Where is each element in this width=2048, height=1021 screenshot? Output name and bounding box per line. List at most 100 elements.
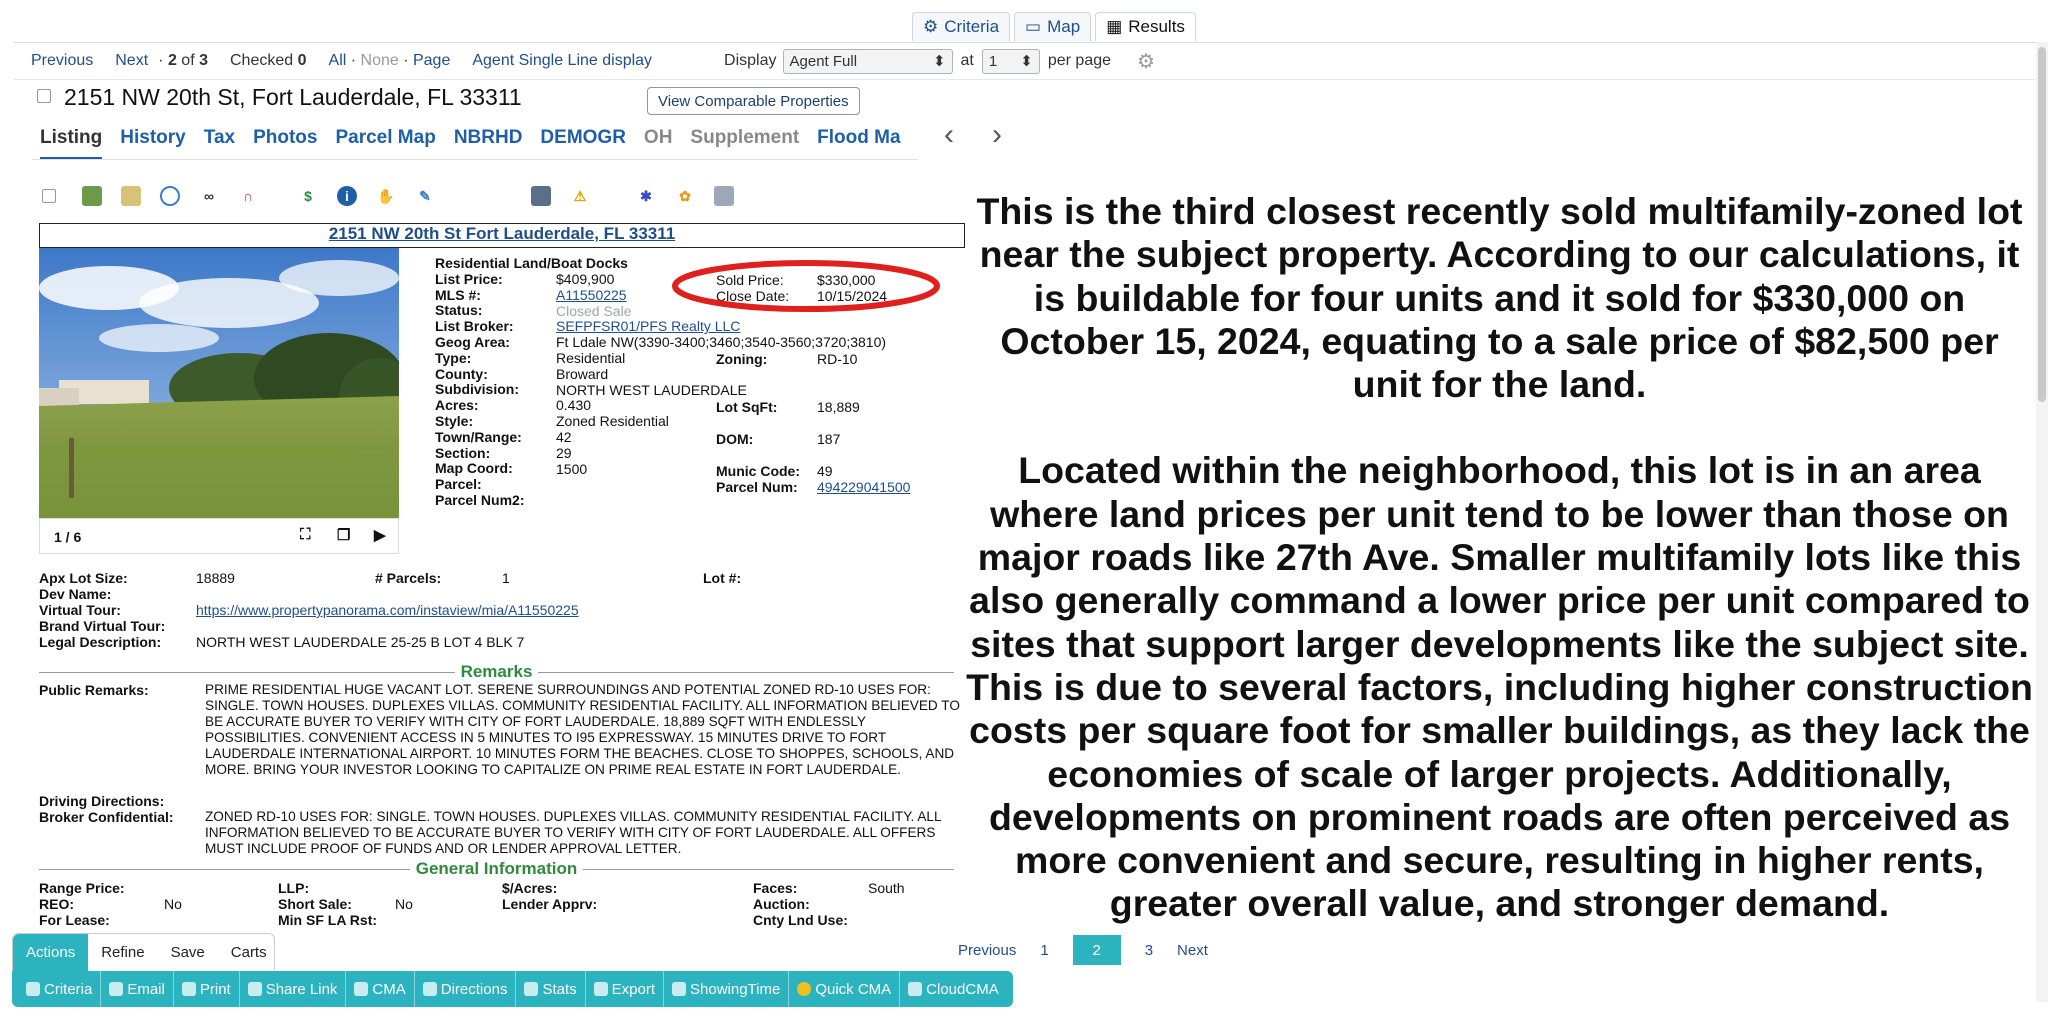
property-photo[interactable] [39,248,399,518]
action-email-button[interactable]: Email [101,971,174,1007]
info-icon[interactable]: i [337,186,357,206]
warning-icon[interactable]: ⚠ [570,186,590,206]
handshake-icon[interactable]: ✋ [376,186,396,206]
tab-results[interactable]: ▦ Results [1095,12,1196,41]
table-icon: ▦ [1106,17,1123,36]
tab-save[interactable]: Save [158,934,218,971]
chevron-updown-icon: ⬍ [932,53,946,70]
munic-code-label: Munic Code: [716,463,800,479]
pager-page-2-current[interactable]: 2 [1072,935,1121,965]
tab-supplement[interactable]: Supplement [690,127,799,149]
tab-parcel-map[interactable]: Parcel Map [335,127,435,149]
pager-previous-link[interactable]: Previous [946,935,1028,965]
pager-next-link[interactable]: Next [1165,935,1220,965]
select-links: All · None · Page [328,52,451,69]
map-thumb-icon[interactable] [121,186,141,206]
tab-refine[interactable]: Refine [88,934,157,971]
property-type-heading: Residential Land/Boat Docks [435,255,628,271]
tab-tax[interactable]: Tax [204,127,235,149]
brand-virtual-tour-label: Brand Virtual Tour: [39,618,166,634]
action-criteria-button[interactable]: Criteria [18,971,102,1007]
gear-icon[interactable] [160,186,180,206]
tab-oh[interactable]: OH [644,127,673,149]
building-icon[interactable] [714,186,734,206]
select-checkbox[interactable] [42,189,56,203]
printer-icon [181,982,196,996]
compass-icon [422,982,437,996]
tab-listing[interactable]: Listing [40,127,103,159]
action-cloudcma-button[interactable]: CloudCMA [900,971,1007,1007]
select-all-link[interactable]: All [329,52,347,69]
tab-demogr[interactable]: DEMOGR [540,127,626,149]
general-info-section-header: General Information [39,859,954,878]
previous-link[interactable]: Previous [31,52,93,70]
legal-description-label: Legal Description: [39,634,162,650]
tab-criteria[interactable]: ⚙ Criteria [912,12,1011,41]
munic-code-value: 49 [817,463,833,479]
play-icon[interactable]: ▶ [374,526,386,544]
action-quick-cma-button[interactable]: Quick CMA [789,971,901,1007]
scrollbar-thumb[interactable] [2038,47,2046,402]
bar-chart-icon [524,982,539,996]
view-comparable-button[interactable]: View Comparable Properties [647,87,860,115]
lot-sqft-label: Lot SqFt: [716,399,778,415]
house-icon[interactable] [531,186,551,206]
action-share-link-button[interactable]: Share Link [240,971,347,1007]
tab-actions[interactable]: Actions [13,934,89,971]
sold-price-highlight-circle [672,260,940,312]
tabs-scroll-left-icon[interactable]: ‹ [944,118,954,152]
listing-checkbox[interactable] [37,89,51,103]
listing-title-link[interactable]: 2151 NW 20th St Fort Lauderdale, FL 3331… [329,224,675,243]
tab-history[interactable]: History [120,127,185,149]
copy-icon[interactable]: ❐ [337,526,350,544]
analysis-text: This is the third closest recently sold … [962,190,2037,969]
driving-directions-label: Driving Directions: [39,793,165,809]
pager-page-1[interactable]: 1 [1028,935,1060,965]
auction-label: Auction: [753,896,810,912]
action-export-button[interactable]: Export [586,971,664,1007]
network-icon[interactable]: ✱ [636,186,656,206]
flower-icon[interactable]: ✿ [675,186,695,206]
magnet-icon[interactable]: ∩ [238,186,258,206]
cloud-icon [908,982,923,996]
tabs-scroll-right-icon[interactable]: › [992,118,1002,152]
quick-cma-icon [797,982,812,996]
virtual-tour-link[interactable]: https://www.propertypanorama.com/instavi… [196,602,579,618]
subdivision-value: NORTH WEST LAUDERDALE [556,381,747,398]
per-page-select[interactable]: 1 ⬍ [981,48,1040,74]
county-value: Broward [556,365,609,382]
dev-name-label: Dev Name: [39,586,112,602]
listing-tabs: Listing History Tax Photos Parcel Map NB… [32,116,1022,160]
apx-lot-size-label: Apx Lot Size: [39,570,128,586]
tab-nbrhd[interactable]: NBRHD [454,127,523,149]
tab-map[interactable]: ▭ Map [1014,12,1092,41]
display-select[interactable]: Agent Full ⬍ [782,48,953,74]
dollar-icon[interactable]: $ [298,186,318,206]
settings-gear-icon[interactable]: ⚙ [1137,49,1155,74]
action-stats-button[interactable]: Stats [516,971,586,1007]
action-print-button[interactable]: Print [174,971,240,1007]
next-link[interactable]: Next [115,52,148,70]
tab-carts[interactable]: Carts [218,934,280,971]
select-page-link[interactable]: Page [413,52,450,69]
parcel-num-link[interactable]: 494229041500 [817,479,910,495]
broker-confidential-label: Broker Confidential: [39,809,174,825]
llp-label: LLP: [278,880,310,896]
wrench-icon[interactable]: ✎ [415,186,435,206]
photo-icon[interactable] [82,186,102,206]
action-cma-button[interactable]: CMA [346,971,415,1007]
binoculars-icon[interactable]: ∞ [199,186,219,206]
select-none-link[interactable]: None [361,52,399,69]
apx-lot-size-value: 18889 [196,570,235,586]
fullscreen-icon[interactable]: ⛶ [300,526,311,543]
analysis-paragraph-2: Located within the neighborhood, this lo… [966,449,2033,925]
list-broker-link[interactable]: SEFPFSR01/PFS Realty LLC [556,319,886,335]
single-line-display-link[interactable]: Agent Single Line display [472,52,652,70]
action-directions-button[interactable]: Directions [415,971,517,1007]
parcel-num2-label: Parcel Num2: [435,491,525,508]
action-showingtime-button[interactable]: ShowingTime [664,971,790,1007]
page-scrollbar[interactable] [2036,42,2048,1002]
pager-page-3[interactable]: 3 [1133,935,1165,965]
tab-photos[interactable]: Photos [253,127,317,149]
tab-flood-map[interactable]: Flood Ma [817,127,900,149]
